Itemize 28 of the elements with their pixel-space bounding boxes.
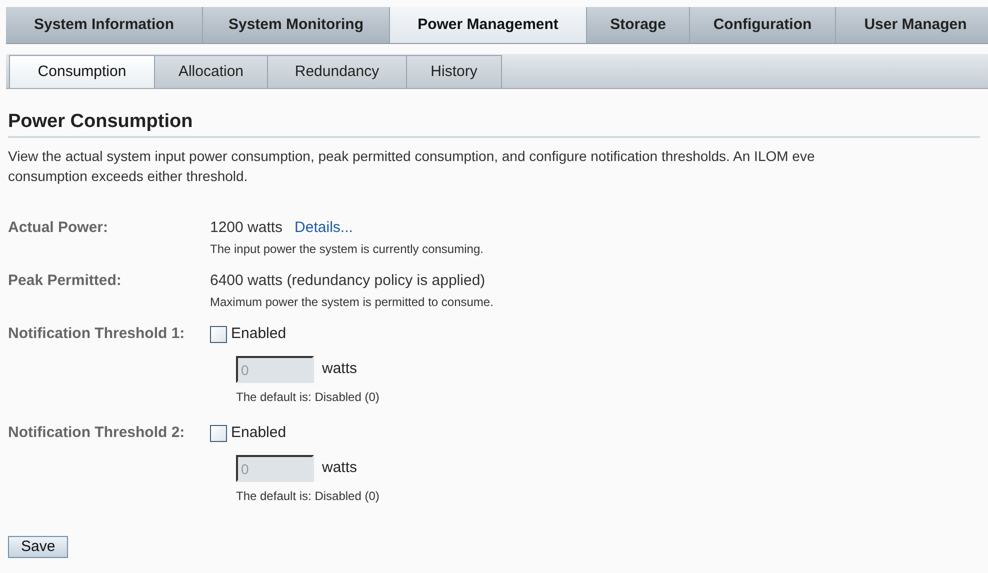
field-label: Actual Power: [8, 218, 110, 238]
unit-text: watts [322, 458, 358, 478]
save-button[interactable]: Save [8, 536, 68, 558]
page-heading: Power Consumption [8, 111, 980, 138]
sub-tab[interactable]: Consumption [9, 55, 155, 88]
main-tab[interactable]: User Managen [836, 7, 988, 43]
main-tab[interactable]: Storage [587, 7, 690, 43]
field-value: 1200 watts [210, 218, 283, 238]
hint-text: Maximum power the system is permitted to consume. [210, 294, 494, 310]
field-label: Notification Threshold 2: [8, 423, 186, 443]
checkbox-label: Enabled [231, 324, 286, 344]
description-text: consumption exceeds either threshold. [8, 167, 249, 186]
hint-text: The default is: Disabled (0) [236, 488, 380, 504]
sub-tab[interactable]: Redundancy [268, 55, 407, 88]
hint-text: The default is: Disabled (0) [236, 389, 380, 405]
field-label: Peak Permitted: [8, 271, 122, 291]
main-tab[interactable]: System Information [6, 7, 203, 43]
sub-tab[interactable]: Allocation [155, 55, 268, 88]
main-tab[interactable]: Configuration [690, 7, 836, 43]
main-tab[interactable]: Power Management [390, 7, 587, 43]
details-link[interactable]: Details... [294, 218, 353, 238]
unit-text: watts [322, 359, 358, 380]
field-label: Notification Threshold 1: [8, 324, 186, 344]
field-value: 6400 watts (redundancy policy is applied) [210, 271, 486, 291]
description-text: View the actual system input power consumption, peak permitted consumption, and configure notification thresholds. An ILOM eve [8, 147, 816, 166]
sub-tab[interactable]: History [407, 55, 502, 88]
checkbox-label: Enabled [231, 423, 286, 443]
hint-text: The input power the system is currently consuming. [210, 241, 484, 257]
